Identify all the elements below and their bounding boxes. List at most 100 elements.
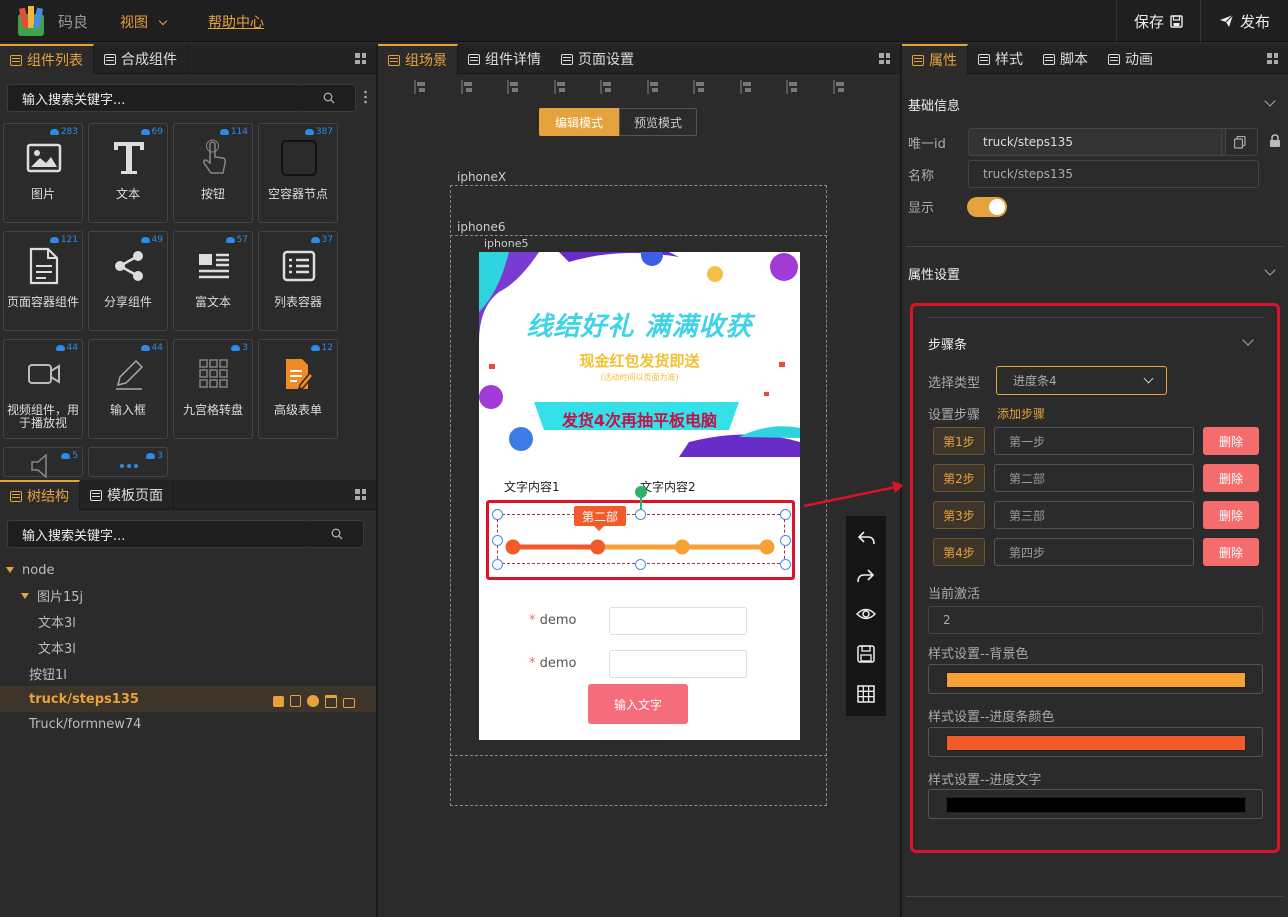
- delete-step-button[interactable]: 删除: [1203, 427, 1259, 455]
- text-color-picker[interactable]: [928, 789, 1263, 819]
- lock-icon[interactable]: [1269, 134, 1281, 148]
- tab-tree[interactable]: 树结构: [0, 480, 80, 510]
- form-input-1[interactable]: [609, 607, 747, 635]
- panel-grid-icon[interactable]: [1267, 53, 1278, 64]
- tab-composite[interactable]: 合成组件: [94, 44, 188, 74]
- tree-node[interactable]: 按钮1l: [0, 660, 376, 686]
- resize-handle[interactable]: [492, 509, 503, 520]
- preview-mode-button[interactable]: 预览模式: [619, 108, 697, 136]
- align-center-icon[interactable]: [460, 80, 475, 94]
- copy-icon[interactable]: [290, 695, 301, 707]
- step-name-input[interactable]: 第三部: [994, 501, 1194, 529]
- panel-grid-icon[interactable]: [355, 53, 366, 64]
- component-item[interactable]: 283 图片: [3, 123, 83, 223]
- tree-node[interactable]: 文本3l: [0, 634, 376, 660]
- publish-button[interactable]: 发布: [1200, 0, 1288, 42]
- save-icon[interactable]: [856, 644, 876, 664]
- align-right-icon[interactable]: [507, 80, 521, 94]
- component-item[interactable]: 49 分享组件: [88, 231, 168, 331]
- component-search-input[interactable]: 输入搜索关键字...: [7, 84, 303, 112]
- step-name-input[interactable]: 第二部: [994, 464, 1194, 492]
- menu-view[interactable]: 视图: [120, 12, 168, 32]
- component-item[interactable]: 12 高级表单: [258, 339, 338, 439]
- delete-step-button[interactable]: 删除: [1203, 464, 1259, 492]
- menu-help[interactable]: 帮助中心: [208, 12, 264, 32]
- tree-search-button[interactable]: [310, 520, 364, 548]
- banner-image[interactable]: 线结好礼 满满收获 现金红包发货即送 (活动时间以页面为准) 发货4次再抽平板电…: [479, 252, 800, 457]
- tree-node[interactable]: 文本3l: [0, 609, 376, 635]
- panel-grid-icon[interactable]: [355, 489, 366, 500]
- delete-step-button[interactable]: 删除: [1203, 538, 1259, 566]
- component-item[interactable]: 57 富文本: [173, 231, 253, 331]
- component-item[interactable]: 387 空容器节点: [258, 123, 338, 223]
- component-item[interactable]: 44 视频组件，用于播放视: [3, 339, 83, 439]
- component-item[interactable]: 121 页面容器组件: [3, 231, 83, 331]
- bar-color-picker[interactable]: [928, 727, 1263, 757]
- bg-color-picker[interactable]: [928, 664, 1263, 694]
- align-bottom-icon[interactable]: [646, 80, 661, 94]
- save-button[interactable]: 保存: [1116, 0, 1200, 42]
- caret-down-icon[interactable]: [6, 567, 14, 573]
- steps-title[interactable]: 步骤条: [928, 334, 967, 353]
- tree-node[interactable]: Truck/formnew74: [0, 712, 376, 738]
- tab-animation[interactable]: 动画: [1098, 44, 1163, 74]
- more-vertical-icon[interactable]: [364, 90, 367, 104]
- active-input[interactable]: 2: [928, 606, 1263, 634]
- basic-info-title[interactable]: 基础信息: [908, 95, 960, 114]
- trash-icon[interactable]: [325, 694, 337, 708]
- redo-icon[interactable]: [856, 566, 876, 586]
- tree-node-actions: [273, 693, 371, 709]
- name-input[interactable]: truck/steps135: [968, 160, 1259, 188]
- show-toggle[interactable]: [967, 197, 1007, 217]
- tree-search-input[interactable]: 输入搜索关键字...: [7, 520, 311, 548]
- add-step-link[interactable]: 添加步骤: [997, 405, 1045, 422]
- tab-component-detail[interactable]: 组件详情: [458, 44, 551, 74]
- tab-attributes[interactable]: 属性: [902, 44, 968, 74]
- tab-script[interactable]: 脚本: [1033, 44, 1098, 74]
- edit-icon[interactable]: [273, 695, 284, 707]
- step-name-input[interactable]: 第一步: [994, 427, 1194, 455]
- tab-templates[interactable]: 模板页面: [80, 480, 174, 510]
- unlock-icon[interactable]: [343, 697, 355, 708]
- caret-down-icon[interactable]: [21, 592, 29, 599]
- resize-handle[interactable]: [780, 509, 791, 520]
- panel-grid-icon[interactable]: [879, 53, 890, 64]
- props-title[interactable]: 属性设置: [908, 264, 960, 283]
- tree-node-label: 文本3l: [38, 641, 76, 657]
- uid-field[interactable]: truck/steps135: [968, 128, 1226, 156]
- form-input-2[interactable]: [609, 650, 747, 678]
- group-icon[interactable]: [832, 80, 847, 94]
- align-middle-icon[interactable]: [600, 80, 614, 94]
- align-left-icon[interactable]: [414, 80, 428, 94]
- rotate-handle[interactable]: [635, 486, 647, 498]
- copy-layer-icon[interactable]: [786, 80, 800, 94]
- component-item[interactable]: 5: [3, 447, 83, 478]
- component-item[interactable]: 69 文本: [88, 123, 168, 223]
- form-submit-button[interactable]: 输入文字: [588, 684, 688, 724]
- badge-icon[interactable]: [307, 695, 319, 707]
- component-item[interactable]: 44 输入框: [88, 339, 168, 439]
- tab-style[interactable]: 样式: [968, 44, 1033, 74]
- tree-node[interactable]: node: [0, 557, 376, 583]
- component-search-button[interactable]: [302, 84, 356, 112]
- copy-uid-button[interactable]: [1221, 128, 1258, 156]
- component-item[interactable]: 3 九宫格转盘: [173, 339, 253, 439]
- step-name-input[interactable]: 第四步: [994, 538, 1194, 566]
- layer-down-icon[interactable]: [739, 80, 754, 94]
- edit-mode-button[interactable]: 编辑模式: [539, 108, 619, 136]
- component-item[interactable]: 37 列表容器: [258, 231, 338, 331]
- tab-page-settings[interactable]: 页面设置: [551, 44, 644, 74]
- delete-step-button[interactable]: 删除: [1203, 501, 1259, 529]
- undo-icon[interactable]: [856, 528, 876, 548]
- tab-component-list[interactable]: 组件列表: [0, 44, 94, 74]
- component-item[interactable]: 3: [88, 447, 168, 477]
- align-top-icon[interactable]: [553, 80, 568, 94]
- component-item[interactable]: 114 按钮: [173, 123, 253, 223]
- grid-table-icon[interactable]: [856, 684, 876, 704]
- tree-node[interactable]: 图片15j: [0, 583, 376, 609]
- type-select[interactable]: 进度条4: [996, 366, 1167, 395]
- layer-up-icon[interactable]: [693, 80, 707, 94]
- resize-handle[interactable]: [635, 509, 646, 520]
- eye-icon[interactable]: [856, 604, 876, 624]
- tab-scene[interactable]: 组场景: [378, 44, 458, 74]
